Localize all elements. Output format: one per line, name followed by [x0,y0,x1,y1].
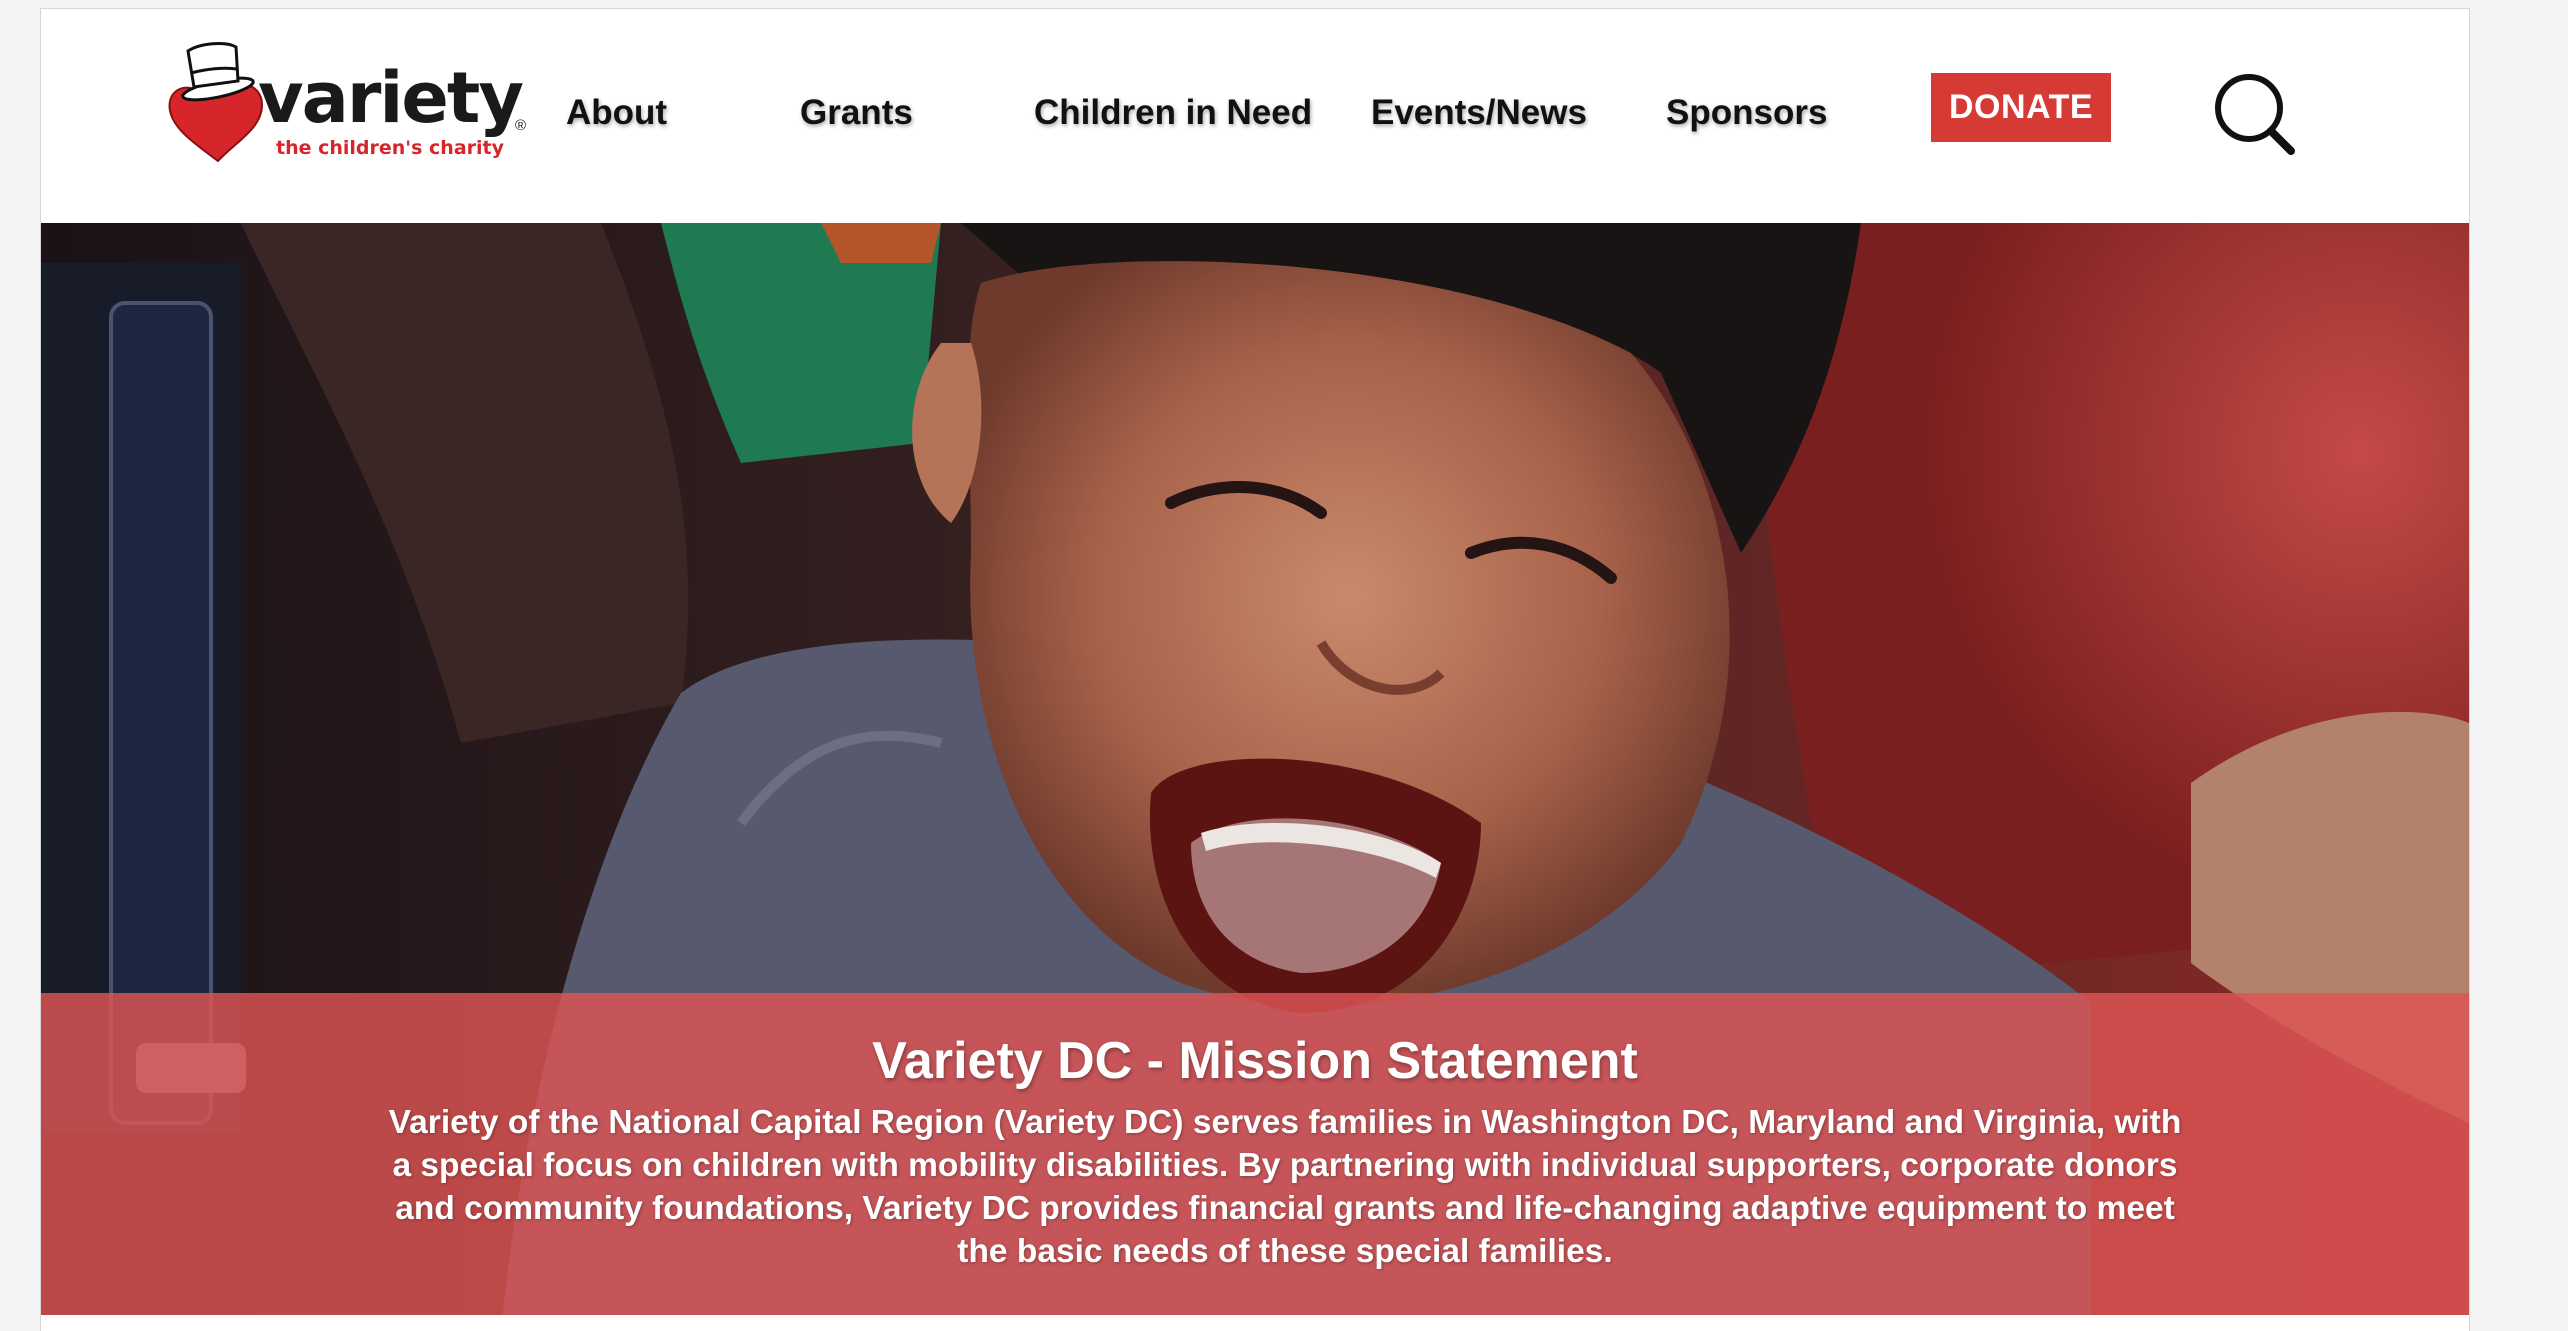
mission-title: Variety DC - Mission Statement [872,1032,1638,1090]
logo-wordmark: variety [258,57,524,139]
nav-children-in-need[interactable]: Children in Need [1034,87,1312,139]
hero-bottom-edge [41,1315,2469,1331]
logo-tagline: the children's charity [276,137,505,159]
variety-logo[interactable]: variety ® the children's charity [166,39,536,165]
nav-about[interactable]: About [566,87,667,139]
donate-button[interactable]: DONATE [1931,73,2111,142]
hero-banner: Variety DC - Mission Statement Variety o… [41,223,2469,1331]
nav-grants[interactable]: Grants [800,87,913,139]
page: variety ® the children's charity About G… [40,8,2470,1331]
search-icon [2215,74,2295,155]
site-header: variety ® the children's charity About G… [41,9,2469,223]
mission-body: Variety of the National Capital Region (… [388,1104,2182,1270]
mission-statement-panel: Variety DC - Mission Statement Variety o… [41,993,2469,1331]
nav-sponsors[interactable]: Sponsors [1666,87,1827,139]
registered-mark: ® [515,117,527,134]
nav-events-news[interactable]: Events/News [1371,87,1587,139]
search-button[interactable] [2211,71,2301,161]
